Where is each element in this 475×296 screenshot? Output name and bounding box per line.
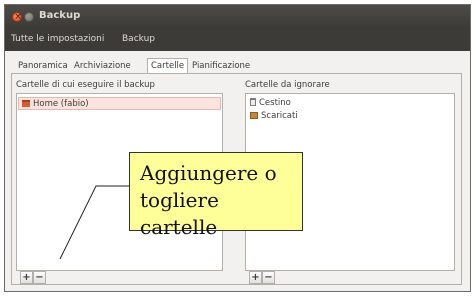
home-folder-icon: [22, 100, 30, 107]
remove-excluded-folder-button[interactable]: −: [262, 271, 275, 284]
exclude-section-label: Cartelle da ignorare: [245, 80, 330, 90]
menu-item-all-settings[interactable]: Tutte le impostazioni: [11, 34, 104, 44]
tab-schedule[interactable]: Pianificazione: [189, 59, 253, 74]
tab-folders[interactable]: Cartelle: [147, 58, 189, 74]
menu-bar: Tutte le impostazioni Backup: [5, 29, 470, 51]
tab-overview[interactable]: Panoramica: [15, 59, 71, 74]
annotation-callout: Aggiungere o togliere cartelle: [129, 152, 303, 239]
list-item[interactable]: Scaricati: [247, 110, 450, 123]
annotation-line-1: Aggiungere o: [140, 161, 277, 185]
include-section-label: Cartelle di cui eseguire il backup: [16, 80, 155, 90]
downloads-folder-icon: [250, 112, 258, 119]
list-item[interactable]: Cestino: [247, 97, 450, 110]
include-toolbar: + −: [17, 271, 222, 286]
add-folder-button[interactable]: +: [20, 271, 33, 284]
list-item-label: Cestino: [259, 98, 291, 108]
backup-window: Backup Tutte le impostazioni Backup Pano…: [4, 4, 471, 292]
window-title: Backup: [39, 10, 81, 21]
list-item-label: Home (fabio): [33, 99, 89, 109]
menu-item-backup[interactable]: Backup: [122, 34, 155, 44]
trash-icon: [250, 98, 256, 106]
close-icon[interactable]: [12, 10, 23, 24]
tab-storage[interactable]: Archiviazione: [71, 59, 134, 74]
minimize-icon[interactable]: [24, 12, 34, 22]
annotation-line-2: togliere cartelle: [140, 188, 219, 239]
remove-folder-button[interactable]: −: [33, 271, 46, 284]
exclude-toolbar: + −: [246, 271, 454, 286]
title-bar[interactable]: Backup: [5, 5, 470, 29]
list-item-label: Scaricati: [261, 111, 298, 121]
list-item[interactable]: Home (fabio): [18, 97, 221, 110]
add-excluded-folder-button[interactable]: +: [249, 271, 262, 284]
